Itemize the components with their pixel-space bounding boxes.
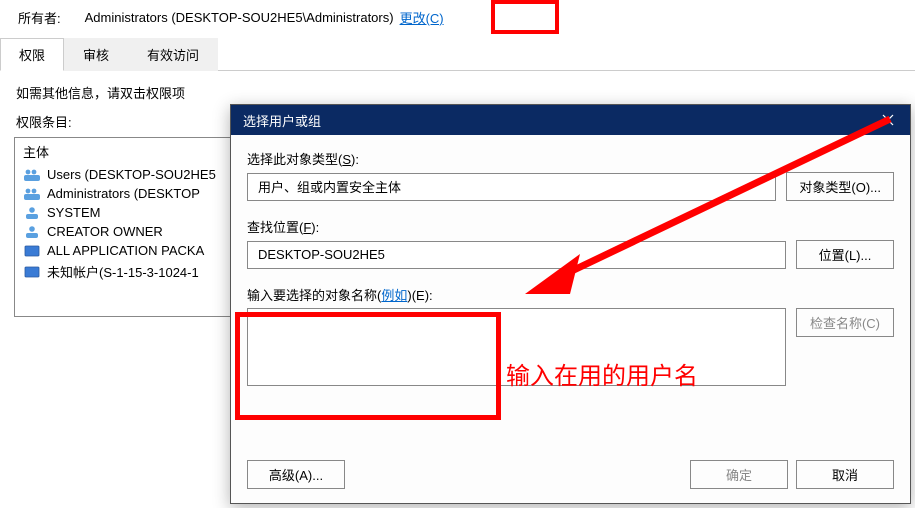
location-label: 查找位置(F): bbox=[247, 217, 894, 236]
list-item-label: Users (DESKTOP-SOU2HE5 bbox=[47, 167, 216, 182]
owner-label: 所有者: bbox=[18, 8, 61, 27]
tab-audit[interactable]: 审核 bbox=[64, 38, 128, 71]
locations-button[interactable]: 位置(L)... bbox=[796, 240, 894, 269]
users-group-icon bbox=[23, 168, 41, 182]
ok-button[interactable]: 确定 bbox=[690, 460, 788, 489]
list-item-label: Administrators (DESKTOP bbox=[47, 186, 200, 201]
users-group-icon bbox=[23, 187, 41, 201]
list-item-label: SYSTEM bbox=[47, 205, 100, 220]
object-type-field: 用户、组或内置安全主体 bbox=[247, 173, 776, 201]
info-text: 如需其他信息，请双击权限项 bbox=[0, 71, 915, 108]
object-type-label: 选择此对象类型(S): bbox=[247, 149, 894, 168]
location-field: DESKTOP-SOU2HE5 bbox=[247, 241, 786, 269]
object-name-label: 输入要选择的对象名称(例如)(E): bbox=[247, 285, 894, 304]
package-icon bbox=[23, 265, 41, 279]
change-owner-link[interactable]: 更改(C) bbox=[400, 8, 444, 27]
close-button[interactable] bbox=[866, 105, 910, 135]
object-types-button[interactable]: 对象类型(O)... bbox=[786, 172, 894, 201]
tab-effective-access[interactable]: 有效访问 bbox=[128, 38, 218, 71]
dialog-title: 选择用户或组 bbox=[243, 111, 321, 130]
close-icon bbox=[882, 114, 894, 126]
user-icon bbox=[23, 225, 41, 239]
select-user-or-group-dialog: 选择用户或组 选择此对象类型(S): 用户、组或内置安全主体 对象类型(O)..… bbox=[230, 104, 911, 504]
dialog-titlebar[interactable]: 选择用户或组 bbox=[231, 105, 910, 135]
user-icon bbox=[23, 206, 41, 220]
tab-permissions[interactable]: 权限 bbox=[0, 38, 64, 71]
cancel-button[interactable]: 取消 bbox=[796, 460, 894, 489]
check-names-button[interactable]: 检查名称(C) bbox=[796, 308, 894, 337]
list-item-label: ALL APPLICATION PACKA bbox=[47, 243, 204, 258]
package-icon bbox=[23, 244, 41, 258]
examples-link[interactable]: 例如 bbox=[381, 288, 407, 303]
list-item-label: 未知帐户(S-1-15-3-1024-1 bbox=[47, 262, 199, 281]
owner-value: Administrators (DESKTOP-SOU2HE5\Administ… bbox=[85, 10, 394, 25]
object-name-input[interactable] bbox=[247, 308, 786, 386]
list-item-label: CREATOR OWNER bbox=[47, 224, 163, 239]
tab-bar: 权限 审核 有效访问 bbox=[0, 37, 915, 71]
advanced-button[interactable]: 高级(A)... bbox=[247, 460, 345, 489]
